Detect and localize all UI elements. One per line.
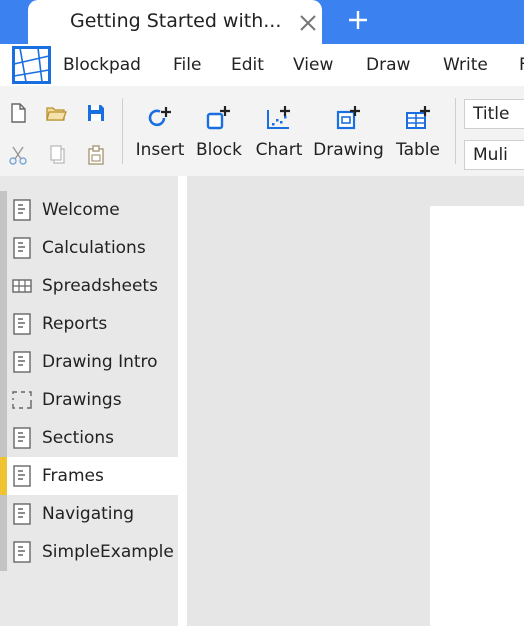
- sidebar-item[interactable]: Frames: [0, 457, 178, 495]
- sidebar-item-label: Reports: [42, 314, 108, 334]
- sidebar-item-label: Navigating: [42, 504, 135, 524]
- app-name: Blockpad: [63, 55, 141, 75]
- drawing-frame-icon: [10, 388, 34, 412]
- tab-bar: Getting Started with...: [0, 0, 524, 44]
- block-label: Block: [196, 140, 242, 160]
- document-icon: [10, 350, 34, 374]
- sidebar-item[interactable]: Sections: [0, 419, 178, 457]
- tab-getting-started[interactable]: Getting Started with...: [28, 0, 322, 44]
- block-icon: [206, 106, 230, 130]
- drawing-icon: [336, 106, 360, 130]
- sidebar-item-label: Welcome: [42, 200, 120, 220]
- new-tab-plus-icon[interactable]: [346, 8, 370, 32]
- cut-icon[interactable]: [7, 144, 29, 166]
- document-icon: [10, 464, 34, 488]
- copy-icon[interactable]: [47, 144, 69, 166]
- menu-edit[interactable]: Edit: [231, 55, 264, 75]
- sidebar-item[interactable]: Drawings: [0, 381, 178, 419]
- sidebar-item[interactable]: Calculations: [0, 229, 178, 267]
- document-icon: [10, 236, 34, 260]
- drawing-button[interactable]: Drawing: [311, 104, 386, 166]
- toolbar-divider: [455, 98, 456, 164]
- sidebar-item-label: Frames: [42, 466, 104, 486]
- paragraph-style-select[interactable]: Title: [464, 99, 524, 129]
- sidebar-item[interactable]: Spreadsheets: [0, 267, 178, 305]
- sidebar-item[interactable]: Navigating: [0, 495, 178, 533]
- sidebar-item[interactable]: Welcome: [0, 191, 178, 229]
- drawing-label: Drawing: [313, 140, 384, 160]
- sidebar-item[interactable]: SimpleExample: [0, 533, 178, 571]
- insert-button[interactable]: Insert: [133, 104, 187, 166]
- chart-label: Chart: [255, 140, 303, 160]
- chart-button[interactable]: Chart: [253, 104, 305, 166]
- insert-label: Insert: [135, 140, 185, 160]
- menu-view[interactable]: View: [293, 55, 333, 75]
- menu-file[interactable]: File: [173, 55, 201, 75]
- sidebar-item[interactable]: Reports: [0, 305, 178, 343]
- spreadsheet-icon: [10, 274, 34, 298]
- sidebar-item-label: Drawing Intro: [42, 352, 158, 372]
- sidebar-item-label: Sections: [42, 428, 115, 448]
- save-icon[interactable]: [85, 102, 107, 124]
- sidebar-item-label: Drawings: [42, 390, 122, 410]
- close-icon[interactable]: [297, 12, 319, 34]
- document-icon: [10, 502, 34, 526]
- sidebar: Welcome Calculations Spreadsheets Reports Dr…: [0, 176, 178, 626]
- table-button[interactable]: Table: [393, 104, 443, 166]
- blockpad-logo-icon: [12, 46, 51, 84]
- document-icon: [10, 426, 34, 450]
- document-icon: [10, 198, 34, 222]
- font-family-select[interactable]: Muli: [464, 140, 524, 170]
- menu-format[interactable]: F: [519, 55, 524, 75]
- sidebar-item[interactable]: Drawing Intro: [0, 343, 178, 381]
- insert-icon: [148, 107, 171, 127]
- sidebar-item-label: Calculations: [42, 238, 146, 258]
- sidebar-item-label: SimpleExample: [42, 542, 174, 562]
- menu-bar: Blockpad File Edit View Draw Write F: [0, 44, 524, 86]
- active-item-marker: [0, 457, 7, 495]
- toolbar: Insert Block Chart Drawing Table Title M…: [0, 86, 524, 176]
- chart-icon: [267, 106, 290, 129]
- new-file-icon[interactable]: [7, 102, 29, 124]
- document-icon: [10, 540, 34, 564]
- table-label: Table: [396, 140, 440, 160]
- sidebar-item-label: Spreadsheets: [42, 276, 158, 296]
- table-icon: [406, 106, 430, 129]
- menu-write[interactable]: Write: [443, 55, 488, 75]
- menu-draw[interactable]: Draw: [366, 55, 410, 75]
- open-folder-icon[interactable]: [45, 102, 67, 124]
- toolbar-divider: [122, 98, 123, 164]
- paste-icon[interactable]: [85, 144, 107, 166]
- pane-splitter[interactable]: [178, 176, 187, 626]
- document-icon: [10, 312, 34, 336]
- tab-title: Getting Started with...: [70, 10, 282, 32]
- document-page[interactable]: [430, 206, 524, 626]
- block-button[interactable]: Block: [194, 104, 244, 166]
